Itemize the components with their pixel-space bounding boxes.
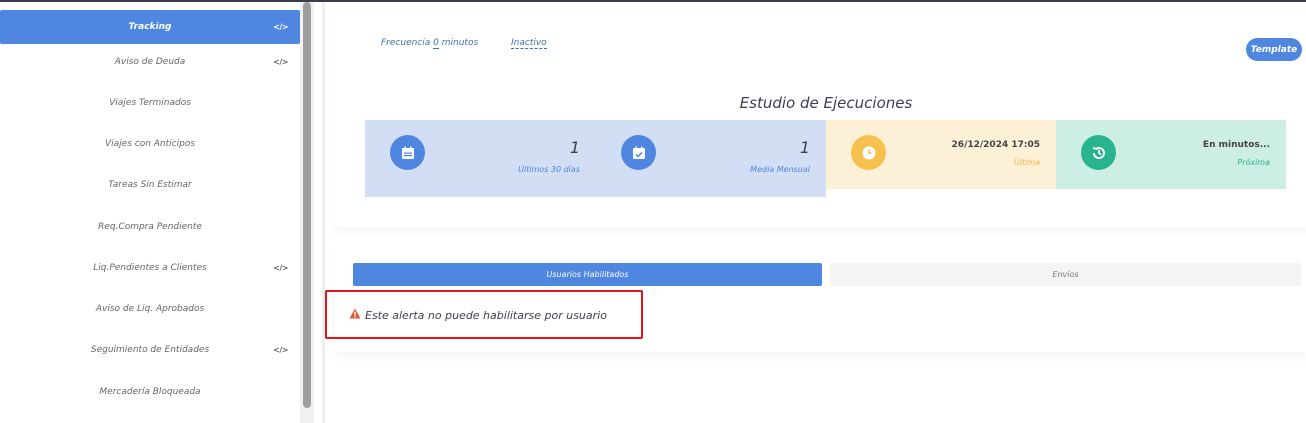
sidebar-item-aviso-liq-aprobados[interactable]: Aviso de Liq. Aprobados bbox=[0, 292, 300, 326]
sidebar-item-viajes-terminados[interactable]: Viajes Terminados bbox=[0, 86, 300, 120]
stats-title: Estudio de Ejecuciones bbox=[739, 94, 913, 112]
alert-message-box: Este alerta no puede habilitarse por usu… bbox=[325, 290, 643, 339]
warning-icon bbox=[349, 308, 361, 322]
frequency-suffix: minutos bbox=[438, 38, 479, 48]
sidebar-item-label: Viajes Terminados bbox=[109, 98, 191, 108]
sidebar-item-label: Aviso de Deuda bbox=[114, 57, 186, 67]
stat-value: 26/12/2024 17:05 bbox=[951, 140, 1040, 150]
sidebar-item-label: Aviso de Liq. Aprobados bbox=[95, 304, 205, 314]
calendar-icon bbox=[390, 135, 425, 170]
status-label: Inactivo bbox=[511, 38, 547, 49]
history-icon bbox=[1081, 135, 1116, 170]
sidebar-item-tracking[interactable]: Tracking </> bbox=[0, 10, 300, 44]
tab-usuarios-habilitados[interactable]: Usuarios Habilitados bbox=[353, 263, 822, 286]
stat-label: Última bbox=[1013, 158, 1040, 167]
code-icon[interactable]: </> bbox=[273, 346, 288, 355]
sidebar: Tracking </> Aviso de Deuda </> Viajes T… bbox=[0, 2, 300, 423]
code-icon[interactable]: </> bbox=[273, 264, 288, 273]
stat-card-monthly-average: 1 Media Mensual bbox=[596, 120, 826, 197]
stat-label: Últimos 30 días bbox=[518, 165, 580, 174]
stat-value: 1 bbox=[569, 138, 580, 157]
clock-icon bbox=[851, 135, 886, 170]
sidebar-item-label: Seguimiento de Entidades bbox=[90, 345, 210, 355]
template-button[interactable]: Template bbox=[1246, 38, 1302, 61]
code-icon[interactable]: </> bbox=[273, 23, 288, 32]
stat-value: 1 bbox=[799, 138, 810, 157]
sidebar-item-liq-pendientes-clientes[interactable]: Liq.Pendientes a Clientes </> bbox=[0, 251, 300, 285]
stat-card-last-run: 26/12/2024 17:05 Última bbox=[826, 120, 1056, 189]
sidebar-item-mercaderia-bloqueada[interactable]: Mercadería Bloqueada bbox=[0, 375, 300, 409]
sidebar-item-label: Viajes con Anticipos bbox=[104, 139, 196, 149]
sidebar-item-req-compra-pendiente[interactable]: Req.Compra Pendiente bbox=[0, 210, 300, 244]
sidebar-item-aviso-de-deuda[interactable]: Aviso de Deuda </> bbox=[0, 45, 300, 79]
stat-label: Media Mensual bbox=[750, 165, 810, 174]
sidebar-item-seguimiento-entidades[interactable]: Seguimiento de Entidades </> bbox=[0, 333, 300, 367]
sidebar-item-tareas-sin-estimar[interactable]: Tareas Sin Estimar bbox=[0, 168, 300, 202]
status-link[interactable]: Inactivo bbox=[511, 38, 547, 49]
tab-envios[interactable]: Envíos bbox=[830, 263, 1301, 286]
stat-card-last-30-days: 1 Últimos 30 días bbox=[365, 120, 596, 197]
sidebar-item-label: Liq.Pendientes a Clientes bbox=[93, 263, 207, 273]
sidebar-item-label: Req.Compra Pendiente bbox=[98, 222, 202, 232]
sidebar-item-viajes-con-anticipos[interactable]: Viajes con Anticipos bbox=[0, 127, 300, 161]
stat-card-next-run: En minutos... Próxima bbox=[1056, 120, 1286, 189]
calendar-check-icon bbox=[621, 135, 656, 170]
stat-value: En minutos... bbox=[1202, 140, 1270, 150]
code-icon[interactable]: </> bbox=[273, 58, 288, 67]
main-content: Frecuencia 0 minutos Inactivo Template E… bbox=[325, 2, 1306, 423]
sidebar-item-label: Mercadería Bloqueada bbox=[99, 387, 201, 397]
alert-text: Este alerta no puede habilitarse por usu… bbox=[365, 308, 607, 322]
alert-message: Este alerta no puede habilitarse por usu… bbox=[349, 308, 607, 322]
sidebar-item-label: Tracking bbox=[128, 22, 172, 32]
sidebar-scrollbar-thumb[interactable] bbox=[303, 2, 311, 408]
sidebar-item-label: Tareas Sin Estimar bbox=[108, 180, 192, 190]
frequency-link[interactable]: Frecuencia 0 minutos bbox=[381, 38, 479, 49]
stat-label: Próxima bbox=[1237, 158, 1270, 167]
frequency-prefix: Frecuencia bbox=[381, 38, 434, 48]
